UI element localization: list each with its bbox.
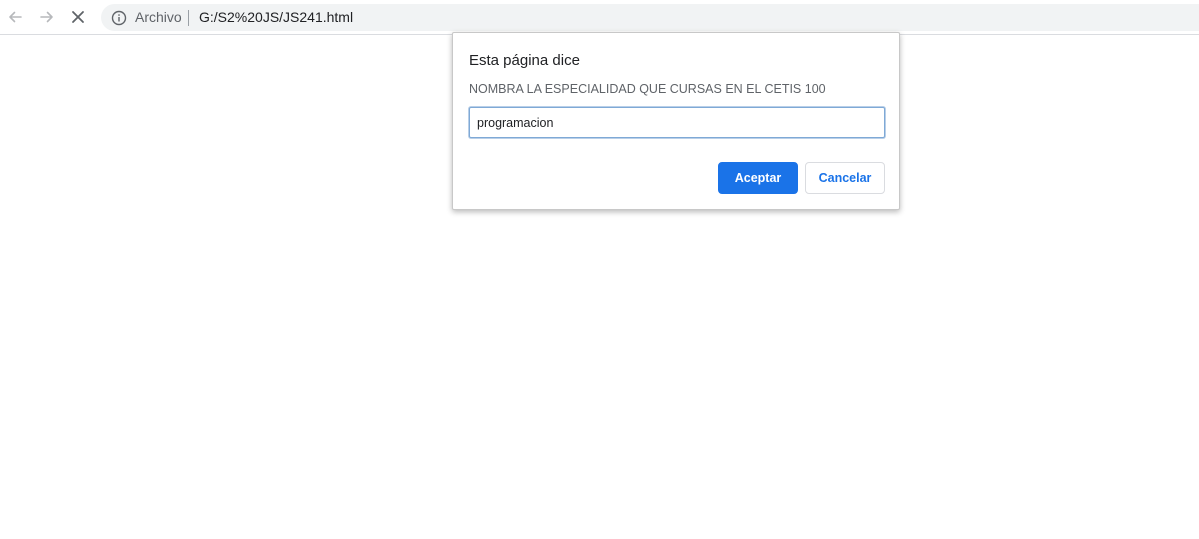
dialog-title: Esta página dice [469, 52, 580, 69]
back-button[interactable] [2, 4, 28, 30]
omnibox-divider [188, 10, 189, 26]
dialog-message: NOMBRA LA ESPECIALIDAD QUE CURSAS EN EL … [469, 82, 826, 96]
close-icon [72, 11, 84, 23]
browser-toolbar: Archivo G:/S2%20JS/JS241.html [0, 0, 1199, 35]
arrow-left-icon [9, 11, 22, 23]
scheme-label: Archivo [135, 9, 182, 25]
stop-loading-button[interactable] [65, 4, 91, 30]
prompt-input[interactable] [469, 107, 885, 138]
arrow-right-icon [40, 11, 53, 23]
cancel-button[interactable]: Cancelar [805, 162, 885, 194]
url-text[interactable]: G:/S2%20JS/JS241.html [199, 9, 353, 26]
accept-button[interactable]: Aceptar [718, 162, 798, 194]
address-bar[interactable]: Archivo G:/S2%20JS/JS241.html [101, 4, 1199, 31]
forward-button[interactable] [34, 4, 60, 30]
info-icon[interactable] [111, 10, 127, 26]
prompt-dialog: Esta página dice NOMBRA LA ESPECIALIDAD … [452, 32, 900, 210]
